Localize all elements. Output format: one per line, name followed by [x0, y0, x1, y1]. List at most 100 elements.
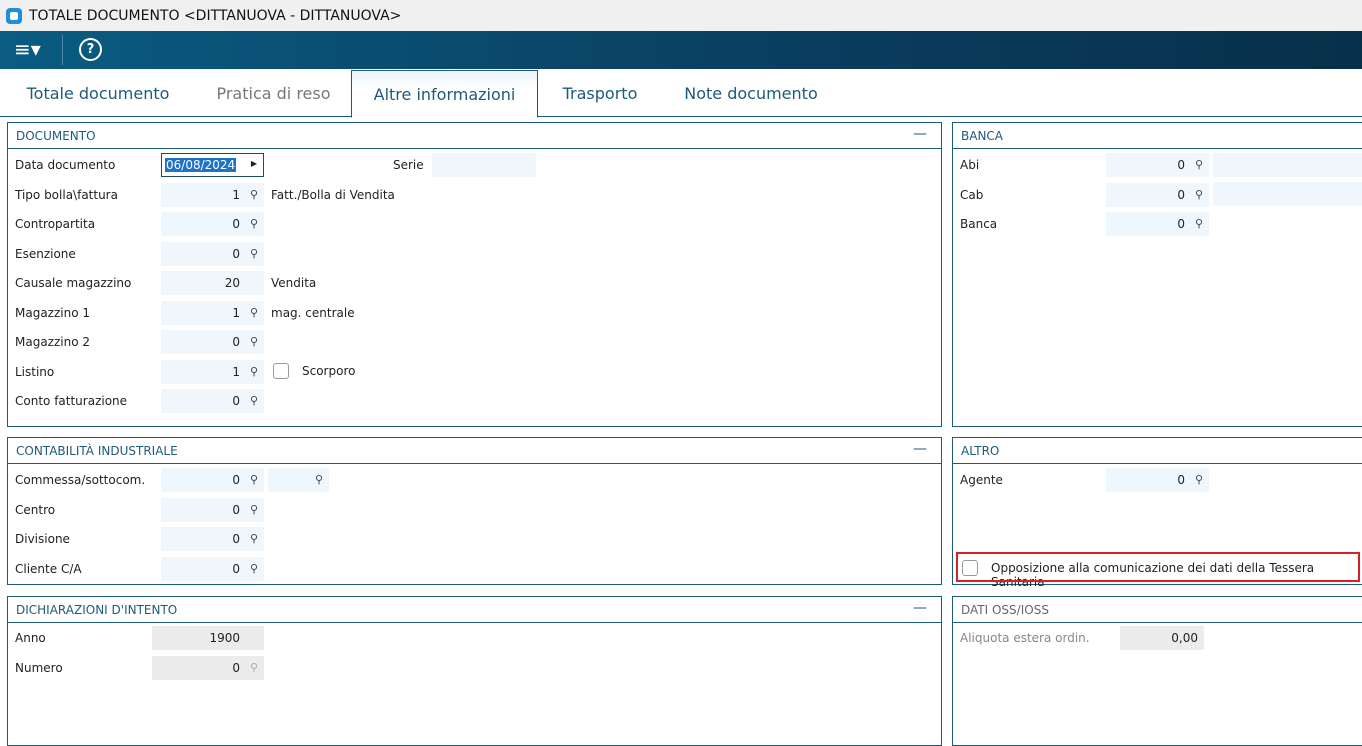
minimize-icon[interactable]: — — [913, 595, 927, 621]
field-label: Esenzione — [15, 246, 76, 261]
highlight-box — [956, 552, 1360, 582]
tab-trasporto[interactable]: Trasporto — [538, 70, 662, 117]
contabilita-panel: CONTABILITÀ INDUSTRIALE — ⚲ Commessa/sott… — [7, 437, 942, 585]
search-icon[interactable]: ⚲ — [250, 212, 258, 236]
oss-panel: DATI OSS/IOSS Aliquota estera ordin. 0,00 — [952, 596, 1362, 746]
panel-title: DOCUMENTO — [16, 129, 96, 143]
field-value: 1900 — [209, 631, 240, 645]
field-label: Anno — [15, 631, 46, 645]
search-icon[interactable]: ⚲ — [250, 656, 258, 680]
search-icon[interactable]: ⚲ — [250, 498, 258, 522]
dichiarazioni-panel: DICHIARAZIONI D'INTENTO — Anno 1900 Numero 0… — [7, 596, 942, 746]
field-row: Cab 0 ⚲ — [953, 182, 1362, 207]
field-row: Centro 0 ⚲ — [8, 497, 941, 522]
field-row: Divisione 0 ⚲ — [8, 527, 941, 551]
help-icon[interactable]: ? — [79, 38, 102, 61]
panel-title: CONTABILITÀ INDUSTRIALE — [16, 444, 178, 458]
field-input[interactable]: 0 ⚲ — [152, 655, 264, 680]
search-icon[interactable]: ⚲ — [250, 242, 258, 266]
field-value: 0 — [232, 502, 240, 517]
field-input[interactable]: 0 ⚲ — [161, 389, 264, 413]
field-value: 0 — [1177, 187, 1185, 202]
field-row: Cliente C/A 0 ⚲ — [8, 556, 941, 581]
search-icon[interactable]: ⚲ — [1195, 212, 1203, 236]
field-value: 0 — [232, 473, 240, 487]
field-label: Listino — [15, 364, 55, 379]
search-icon[interactable]: ⚲ — [250, 527, 258, 551]
search-icon[interactable]: ⚲ — [1195, 183, 1203, 207]
search-icon[interactable]: ⚲ — [250, 389, 258, 413]
field-value: 0 — [232, 217, 240, 231]
field-row: Conto fatturazione 0 ⚲ — [8, 389, 941, 413]
toolbar-divider — [62, 35, 63, 65]
search-icon[interactable]: ⚲ — [250, 301, 258, 325]
field-input[interactable]: 1 ⚲ — [161, 182, 264, 207]
field-input[interactable]: 20 — [161, 271, 264, 295]
field-label: Banca — [960, 217, 998, 231]
tab-note-documento[interactable]: Note documento — [662, 70, 840, 117]
field-row: Listino 1 ⚲ — [8, 359, 941, 384]
minimize-icon[interactable]: — — [913, 436, 927, 462]
field-label: Numero — [15, 660, 63, 675]
tab-totale-documento[interactable]: Totale documento — [0, 70, 196, 117]
field-label: Tipo bolla\fattura — [15, 187, 118, 202]
field-input[interactable]: 0 ⚲ — [161, 556, 264, 581]
field-label: Contropartita — [15, 217, 96, 231]
field-label: Aliquota estera ordin. — [960, 631, 1090, 645]
field-value: 1 — [232, 364, 240, 379]
field-value: 0 — [232, 246, 240, 261]
serie-input[interactable] — [432, 153, 536, 177]
field-value: 20 — [224, 276, 240, 290]
field-value: 0 — [1177, 473, 1185, 487]
field-label: Magazzino 2 — [15, 335, 91, 349]
field-input[interactable]: 0 ⚲ — [161, 212, 264, 236]
field-row: Abi 0 ⚲ — [953, 153, 1362, 177]
field-input[interactable]: 0 ⚲ — [161, 527, 264, 551]
field-row: Contropartita 0 ⚲ — [8, 212, 941, 236]
row-data-documento: Data documento 06/08/2024 ▶ Serie — [8, 153, 941, 177]
search-icon[interactable]: ⚲ — [250, 557, 258, 581]
field-input[interactable]: 0 ⚲ — [1106, 212, 1209, 236]
field-label: Divisione — [15, 532, 70, 546]
search-icon[interactable]: ⚲ — [250, 468, 258, 492]
serie-label: Serie — [393, 158, 424, 172]
field-value: 0,00 — [1171, 631, 1198, 645]
field-row: Numero 0 ⚲ — [8, 655, 941, 680]
app-icon — [6, 7, 22, 24]
field-input[interactable]: 0 ⚲ — [161, 468, 264, 492]
search-icon[interactable]: ⚲ — [250, 183, 258, 207]
triangle-right-icon[interactable]: ▶ — [251, 159, 257, 168]
field-input[interactable]: 1 ⚲ — [161, 359, 264, 384]
documento-panel: DOCUMENTO — Data documento 06/08/2024 ▶ Se… — [7, 122, 942, 427]
field-input[interactable]: 0 ⚲ — [161, 330, 264, 354]
field-value: 0 — [1177, 158, 1185, 172]
search-icon[interactable]: ⚲ — [1195, 153, 1203, 177]
field-row: Agente 0 ⚲ — [953, 468, 1362, 492]
search-icon[interactable]: ⚲ — [1195, 468, 1203, 492]
field-label: Cab — [960, 187, 984, 202]
field-input[interactable]: 0 ⚲ — [161, 241, 264, 266]
menu-button[interactable]: ≡▾ — [14, 39, 41, 59]
field-input[interactable]: 1900 — [152, 626, 264, 650]
tab-altre-informazioni[interactable]: Altre informazioni — [351, 70, 538, 118]
field-value: 0 — [1177, 217, 1185, 231]
field-input[interactable]: 0,00 — [1120, 626, 1204, 650]
field-input[interactable]: 0 ⚲ — [1106, 153, 1209, 177]
field-value: 0 — [232, 532, 240, 546]
toolbar: ≡▾ ? — [0, 31, 1362, 69]
field-input[interactable]: 0 ⚲ — [1106, 182, 1209, 207]
panel-title: DICHIARAZIONI D'INTENTO — [16, 603, 178, 617]
data-documento-input[interactable]: 06/08/2024 ▶ — [161, 153, 264, 177]
field-label: Cliente C/A — [15, 561, 82, 576]
search-icon[interactable]: ⚲ — [250, 330, 258, 354]
search-icon[interactable]: ⚲ — [250, 360, 258, 384]
field-input[interactable]: 0 ⚲ — [1106, 468, 1209, 492]
minimize-icon[interactable]: — — [913, 121, 927, 147]
banca-panel: BANCA Abi 0 ⚲ Cab 0 ⚲ Banca 0 ⚲ — [952, 122, 1362, 427]
field-row: Commessa/sottocom. 0 ⚲ — [8, 468, 941, 492]
field-input[interactable]: 0 ⚲ — [161, 497, 264, 522]
field-input[interactable]: 1 ⚲ — [161, 300, 264, 325]
tab-pratica-di-reso[interactable]: Pratica di reso — [196, 70, 351, 117]
field-row: Tipo bolla\fattura 1 ⚲ Fatt./Bolla di Vendi… — [8, 182, 941, 207]
field-value: 0 — [232, 561, 240, 576]
